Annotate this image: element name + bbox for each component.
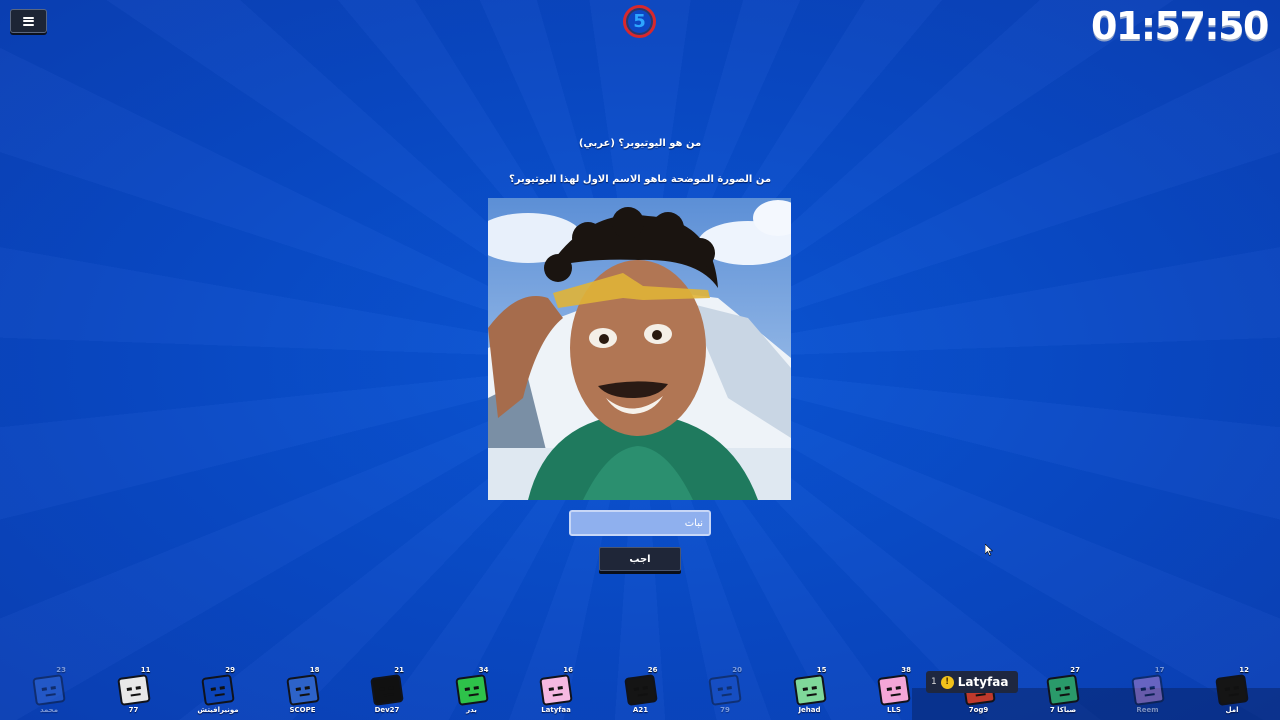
- player-item: 11 77: [99, 666, 169, 714]
- player-avatar: [877, 674, 911, 706]
- player-name: امل: [1225, 706, 1239, 714]
- player-score: 27: [1070, 666, 1080, 674]
- leader-name: Latyfaa: [957, 675, 1009, 689]
- player-avatar: [539, 674, 573, 706]
- player-name: Jehad: [798, 706, 821, 714]
- player-item: 15 Jehad: [775, 666, 845, 714]
- player-score: 18: [309, 666, 320, 674]
- player-item: 29 مونيرافيتش: [183, 666, 253, 714]
- player-avatar: [792, 674, 827, 706]
- player-avatar: [708, 674, 742, 706]
- player-item: 21 Dev27: [352, 666, 422, 714]
- player-score: 38: [901, 666, 911, 674]
- player-name: صباكا 7: [1049, 706, 1077, 714]
- player-item: 34 بدر: [437, 666, 507, 714]
- round-badge: 5: [623, 5, 656, 38]
- player-name: Reem: [1136, 706, 1159, 714]
- player-score: 34: [478, 666, 489, 674]
- player-avatar: [370, 674, 404, 706]
- player-item: 17 Reem: [1113, 666, 1183, 714]
- player-score: 16: [563, 666, 573, 674]
- question-image: [488, 198, 791, 500]
- player-avatar: [1130, 674, 1165, 706]
- player-avatar: [623, 674, 658, 706]
- player-name: Dev27: [374, 706, 400, 714]
- player-item: 16 Latyfaa: [521, 666, 591, 714]
- player-score: 23: [56, 666, 66, 674]
- player-name: 7og9: [968, 706, 989, 714]
- player-name: 77: [128, 706, 139, 714]
- coin-icon: !: [940, 675, 954, 689]
- answer-input[interactable]: [569, 510, 711, 536]
- player-item: 12 امل: [1197, 666, 1267, 714]
- player-item: 26 A21: [606, 666, 676, 714]
- player-item: 18 SCOPE: [268, 666, 338, 714]
- countdown-timer: 01:57:50: [1090, 4, 1270, 48]
- player-name: بدر: [466, 706, 477, 714]
- player-score: 29: [225, 666, 235, 674]
- submit-answer-button[interactable]: اجب: [599, 547, 681, 571]
- player-name: Latyfaa: [541, 706, 571, 714]
- youtuber-photo-illustration: [488, 198, 791, 500]
- player-score: 17: [1154, 666, 1165, 674]
- player-avatar: [285, 674, 320, 706]
- menu-button[interactable]: [10, 9, 47, 33]
- player-score: 20: [732, 666, 742, 674]
- player-score: 15: [816, 666, 827, 674]
- player-avatar: [1215, 674, 1249, 706]
- player-name: مونيرافيتش: [197, 706, 239, 714]
- player-name: A21: [632, 706, 649, 714]
- player-name: LLS: [887, 706, 901, 714]
- player-name: 79: [720, 706, 730, 714]
- leader-tag: 1 ! Latyfaa: [926, 671, 1018, 693]
- mouse-cursor-icon: [985, 544, 993, 556]
- player-avatar: [201, 674, 235, 706]
- player-score: 11: [140, 666, 151, 674]
- player-avatar: [454, 674, 489, 706]
- player-bar: 23 محمد 11 77 29 مونيرافيتش 18 SCOPE 21 Dev27 34 بد…: [0, 660, 1280, 720]
- player-avatar: [1046, 674, 1080, 706]
- player-score: 12: [1239, 666, 1249, 674]
- player-item: 20 79: [690, 666, 760, 714]
- player-name: محمد: [39, 706, 59, 714]
- player-avatar: [116, 674, 151, 706]
- leader-rank: 1: [931, 677, 937, 687]
- question-title: من هو اليوتيوبر؟ (عربي): [578, 138, 702, 149]
- player-item: 27 صباكا 7: [1028, 666, 1098, 714]
- player-item: 38 LLS: [859, 666, 929, 714]
- player-avatar: [32, 674, 66, 706]
- player-score: 21: [394, 666, 404, 674]
- player-name: SCOPE: [289, 706, 316, 714]
- hamburger-icon: [23, 16, 34, 26]
- question-text: من الصورة الموضحة ماهو الاسم الاول لهذا …: [508, 174, 772, 185]
- player-score: 26: [647, 666, 658, 674]
- player-item: 23 محمد: [14, 666, 84, 714]
